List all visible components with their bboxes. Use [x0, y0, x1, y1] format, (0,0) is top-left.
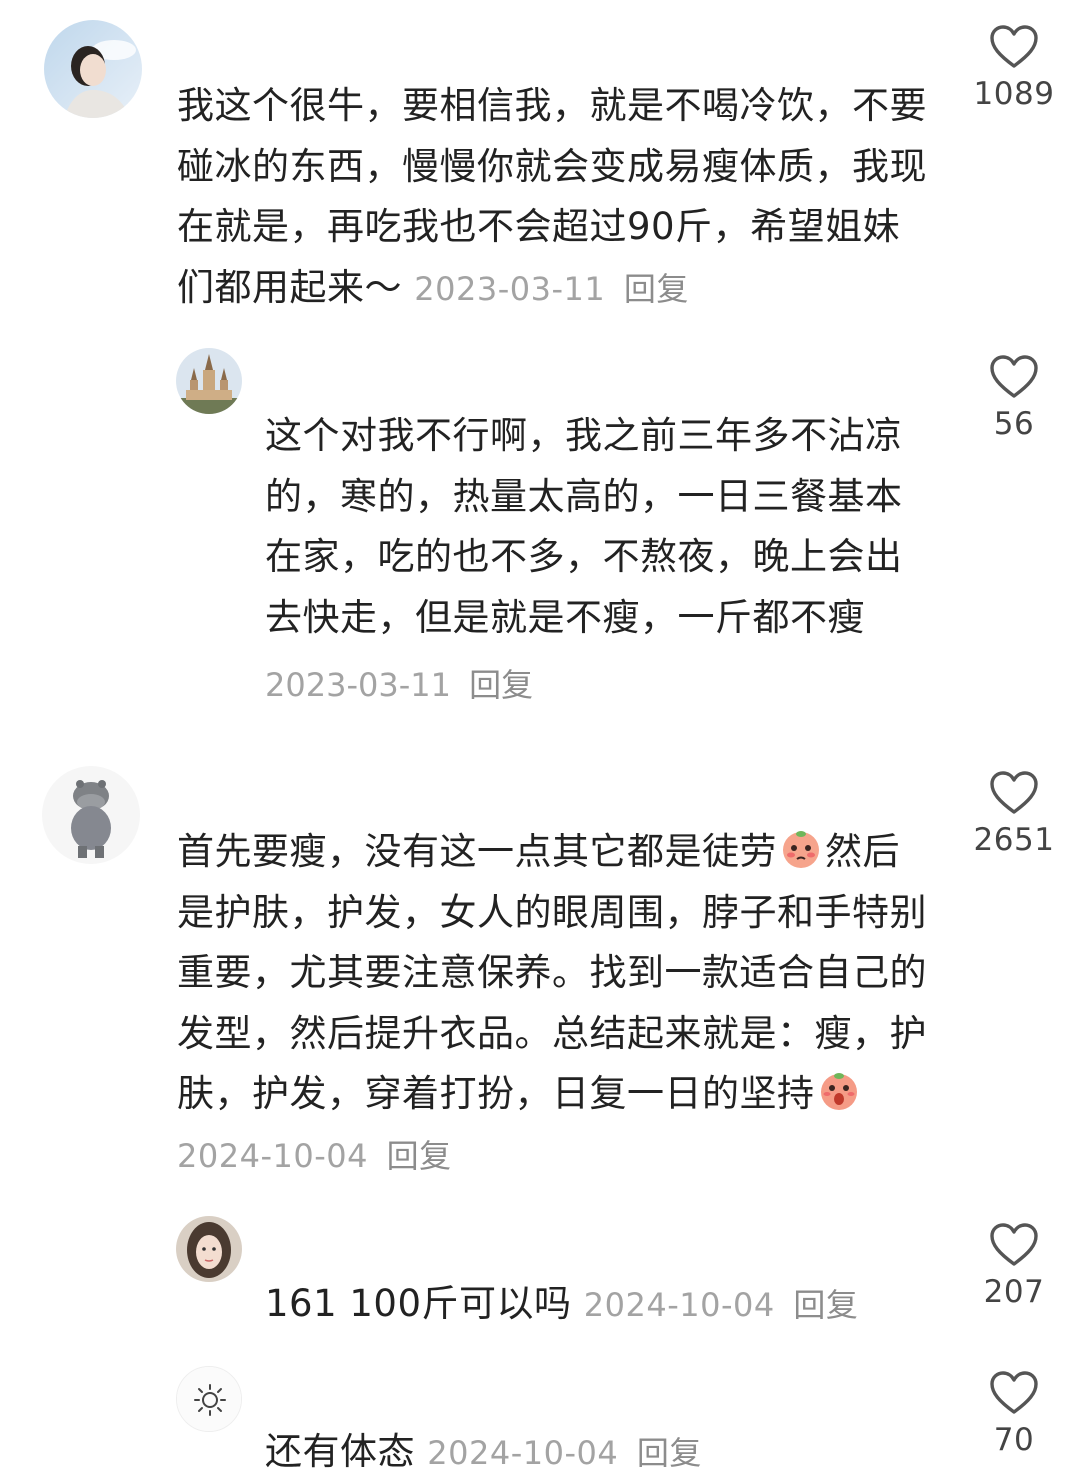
girl-avatar[interactable] — [176, 1216, 242, 1282]
comment-date: 2024-10-04 — [177, 1136, 368, 1175]
comment-text: 首先要瘦，没有这一点其它都是徒劳 然后是护肤，护发，女人的眼周围，脖子和手特别重要… — [177, 822, 937, 1186]
reply-meta: 2023-03-11 回复 — [265, 660, 533, 706]
comment-meta: 2024-10-04 回复 — [177, 1137, 452, 1175]
reply-date: 2024-10-04 — [583, 1286, 775, 1324]
reply-date: 2024-10-04 — [427, 1434, 619, 1472]
reply-body: 还有体态 — [265, 1430, 415, 1473]
like-button[interactable]: 1089 — [972, 24, 1056, 112]
reply-button[interactable]: 回复 — [793, 1286, 858, 1324]
like-button[interactable]: 56 — [972, 354, 1056, 442]
like-count: 56 — [993, 406, 1035, 442]
like-button[interactable]: 207 — [972, 1222, 1056, 1310]
reply-text: 还有体态 2024-10-04 回复 — [265, 1422, 965, 1484]
comment-body-part1: 首先要瘦，没有这一点其它都是徒劳 — [177, 830, 777, 873]
like-count: 70 — [993, 1422, 1035, 1458]
comment-text: 我这个很牛，要相信我，就是不喝冷饮，不要碰冰的东西，慢慢你就会变成易瘦体质，我现… — [177, 76, 937, 319]
sun-avatar[interactable] — [176, 1366, 242, 1432]
reply-button[interactable]: 回复 — [469, 666, 533, 704]
heart-icon — [990, 1371, 1038, 1414]
heart-icon — [990, 25, 1038, 68]
comment-date: 2023-03-11 — [414, 269, 606, 308]
reply-button[interactable]: 回复 — [624, 270, 689, 308]
reply-text: 这个对我不行啊，我之前三年多不沾凉的，寒的，热量太高的，一日三餐基本在家，吃的也… — [265, 406, 925, 648]
like-button[interactable]: 70 — [972, 1370, 1056, 1458]
portrait-avatar[interactable] — [44, 20, 142, 118]
like-count: 207 — [983, 1274, 1045, 1310]
castle-avatar[interactable] — [176, 348, 242, 414]
heart-icon — [990, 771, 1038, 814]
reply-text: 161 100斤可以吗 2024-10-04 回复 — [265, 1274, 965, 1336]
hippo-avatar[interactable] — [42, 766, 140, 864]
reply-meta: 2024-10-04 回复 — [427, 1434, 702, 1472]
peach-shock-emoji — [817, 1068, 861, 1112]
heart-icon — [990, 355, 1038, 398]
reply-date: 2023-03-11 — [265, 666, 451, 704]
reply-body: 161 100斤可以吗 — [265, 1282, 572, 1325]
like-button[interactable]: 2651 — [972, 770, 1056, 858]
reply-button[interactable]: 回复 — [637, 1434, 702, 1472]
heart-icon — [990, 1223, 1038, 1266]
like-count: 2651 — [973, 822, 1055, 858]
like-count: 1089 — [973, 76, 1055, 112]
peach-blush-emoji — [779, 826, 823, 870]
comment-meta: 2023-03-11 回复 — [414, 270, 689, 308]
reply-body: 这个对我不行啊，我之前三年多不沾凉的，寒的，热量太高的，一日三餐基本在家，吃的也… — [265, 414, 903, 639]
reply-meta: 2024-10-04 回复 — [584, 1286, 859, 1324]
reply-button[interactable]: 回复 — [387, 1137, 452, 1175]
